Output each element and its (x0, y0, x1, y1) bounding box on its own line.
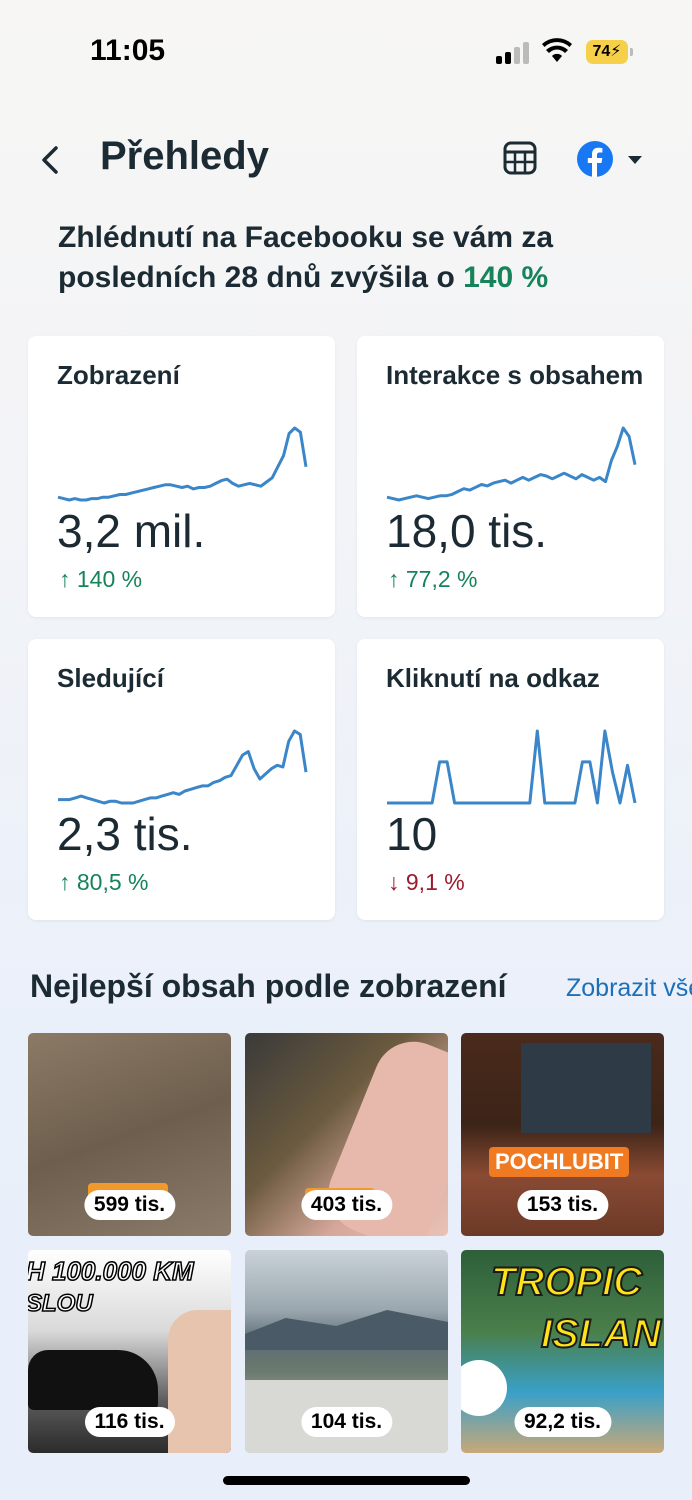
thumbnail-graphic (461, 1360, 507, 1416)
account-switcher[interactable] (576, 136, 648, 180)
content-thumbnail[interactable]: TROPIC ISLAN 92,2 tis. (461, 1250, 664, 1453)
battery-level: 74 (592, 43, 611, 60)
metric-change: ↑ 77,2 % (388, 566, 478, 592)
thumbnail-overlay: ISLAN (540, 1311, 662, 1357)
sparkline-chart (58, 729, 308, 805)
metric-change: ↓ 9,1 % (388, 869, 465, 895)
metric-value: 18,0 tis. (386, 505, 548, 557)
metric-title: Sledující (57, 663, 164, 693)
content-thumbnail[interactable]: POCHLUBIT 153 tis. (461, 1033, 664, 1236)
section-title: Nejlepší obsah podle zobrazení (30, 968, 507, 1004)
metric-title: Kliknutí na odkaz (386, 663, 600, 693)
metric-card-link-clicks[interactable]: Kliknutí na odkaz 10 ↓ 9,1 % (357, 639, 664, 920)
insight-percent: 140 % (463, 261, 549, 294)
views-badge: 104 tis. (300, 1407, 393, 1437)
thumbnail-overlay: POCHLUBIT (489, 1147, 630, 1177)
thumbnail-overlay: H 100.000 KM (28, 1255, 194, 1287)
views-badge: 403 tis. (300, 1190, 393, 1220)
header: Přehledy (0, 130, 692, 190)
see-all-link[interactable]: Zobrazit vše (566, 974, 692, 1003)
views-badge: 116 tis. (84, 1407, 175, 1437)
chevron-down-icon (628, 156, 642, 164)
sparkline-series (57, 426, 308, 502)
content-thumbnail[interactable]: 104 tis. (245, 1250, 448, 1453)
insight-headline: Zhlédnutí na Facebooku se vám za posledn… (58, 218, 658, 298)
views-badge: 153 tis. (516, 1190, 609, 1220)
table-icon[interactable] (500, 138, 540, 178)
content-thumbnail[interactable]: 599 tis. (28, 1033, 231, 1236)
metric-change: ↑ 140 % (59, 566, 143, 592)
metric-change: ↑ 80,5 % (59, 869, 149, 895)
sparkline-chart (387, 729, 637, 805)
battery-icon: 74⚡ (586, 40, 634, 64)
views-badge: 92,2 tis. (513, 1407, 612, 1437)
back-button[interactable] (32, 138, 72, 182)
cellular-signal-icon (496, 42, 532, 64)
sparkline-chart (386, 426, 637, 502)
status-time: 11:05 (90, 34, 166, 67)
sparkline-series (386, 426, 637, 502)
sparkline-chart (57, 426, 308, 502)
content-thumbnail[interactable]: H 100.000 KM SLOU 116 tis. (28, 1250, 231, 1453)
sparkline-series (58, 729, 308, 805)
metric-value: 2,3 tis. (57, 808, 193, 860)
content-thumbnail[interactable]: 403 tis. (245, 1033, 448, 1236)
facebook-icon (577, 141, 613, 177)
metric-card-views[interactable]: Zobrazení 3,2 mil. ↑ 140 % (28, 336, 335, 617)
metric-title: Zobrazení (57, 360, 180, 390)
thumbnail-overlay: SLOU (28, 1289, 93, 1318)
metric-value: 3,2 mil. (57, 505, 206, 557)
status-bar: 11:05 74⚡ (0, 0, 692, 100)
page-title: Přehledy (100, 134, 269, 178)
metric-card-interactions[interactable]: Interakce s obsahem 18,0 tis. ↑ 77,2 % (357, 336, 664, 617)
metric-title: Interakce s obsahem (386, 360, 644, 390)
home-indicator (223, 1476, 470, 1485)
thumbnail-graphic (245, 1310, 448, 1350)
thumbnail-graphic (521, 1043, 651, 1133)
thumbnail-graphic (28, 1350, 158, 1410)
sparkline-series (387, 729, 637, 805)
views-badge: 599 tis. (83, 1190, 176, 1220)
thumbnail-graphic (168, 1310, 231, 1453)
thumbnail-overlay: TROPIC (490, 1259, 643, 1305)
wifi-icon (542, 38, 572, 62)
metric-value: 10 (386, 808, 438, 860)
metric-card-followers[interactable]: Sledující 2,3 tis. ↑ 80,5 % (28, 639, 335, 920)
